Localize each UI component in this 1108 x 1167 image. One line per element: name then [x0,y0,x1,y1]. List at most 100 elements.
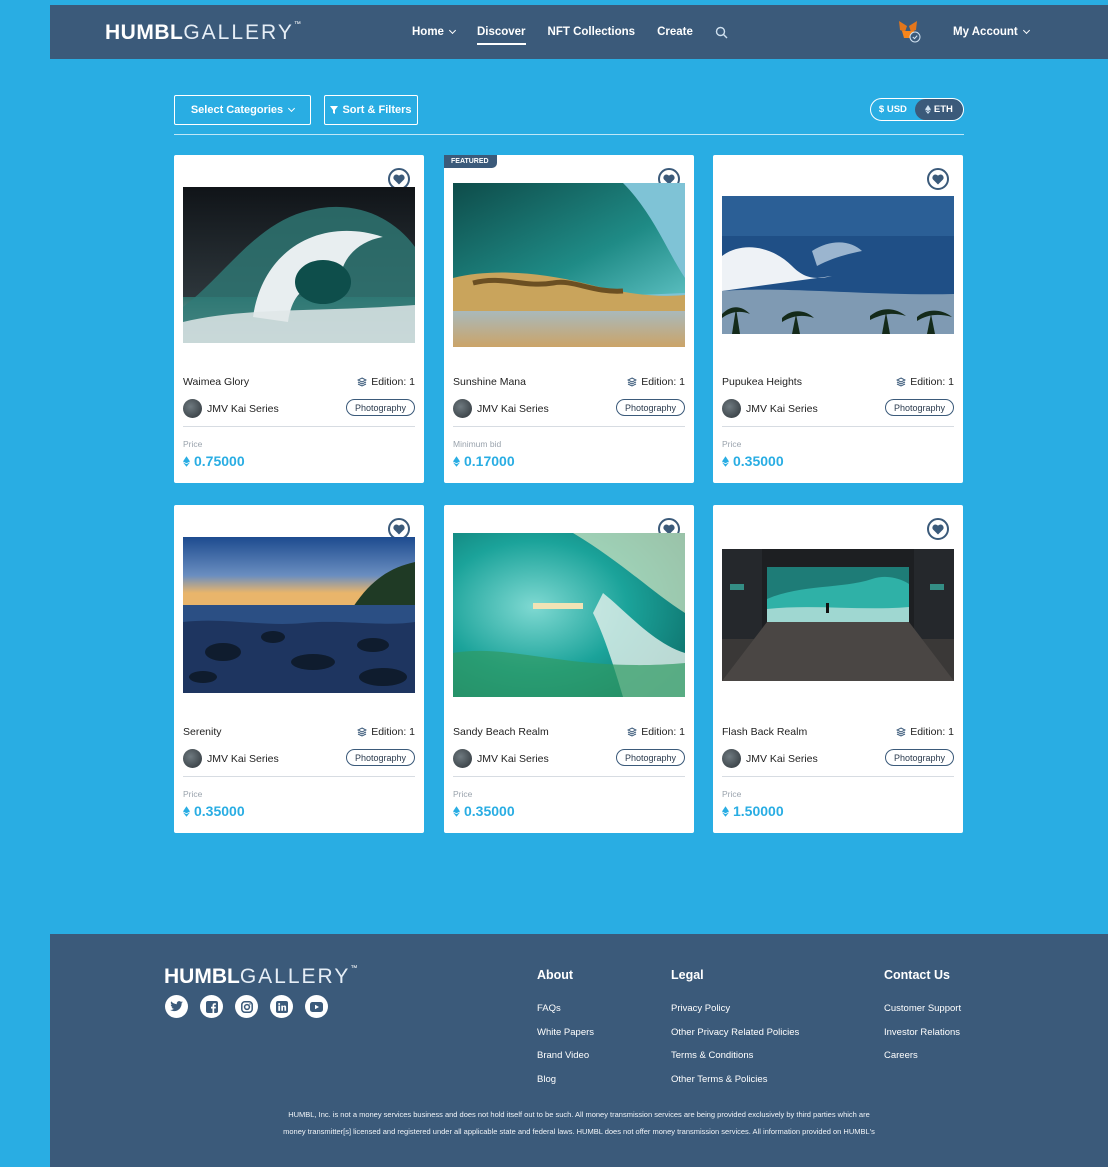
creator-link[interactable]: JMV Kai Series [453,399,549,418]
avatar [183,399,202,418]
linkedin-icon[interactable] [270,995,293,1018]
twitter-icon[interactable] [165,995,188,1018]
footer-link-privacy-policy[interactable]: Privacy Policy [671,1003,799,1014]
search-icon [715,26,728,39]
nft-title[interactable]: Waimea Glory [183,376,249,388]
price-label: Price [183,789,203,799]
heart-icon [393,174,405,184]
nft-image[interactable] [183,537,415,693]
youtube-icon[interactable] [305,995,328,1018]
category-tag[interactable]: Photography [884,399,954,416]
creator-link[interactable]: JMV Kai Series [183,749,279,768]
category-tag[interactable]: Photography [615,399,685,416]
legal-disclaimer: HUMBL, Inc. is not a money services busi… [283,1110,875,1136]
nav-create[interactable]: Create [657,5,693,59]
chevron-down-icon [288,104,296,113]
sort-filters-button[interactable]: Sort & Filters [324,95,418,125]
instagram-icon[interactable] [235,995,258,1018]
nft-card[interactable]: Sandy Beach Realm Edition: 1 JMV Kai Ser… [444,505,694,833]
divider [183,426,415,427]
category-tag[interactable]: Photography [345,399,415,416]
filter-bar: Select Categories Sort & Filters $ USD E… [174,95,964,135]
currency-toggle[interactable]: $ USD ETH [870,98,964,121]
nft-image[interactable] [453,533,685,697]
edition-info: Edition: 1 [896,376,954,388]
edition-info: Edition: 1 [627,376,685,388]
price-value: 0.17000 [453,453,515,469]
currency-usd-option[interactable]: $ USD [871,99,915,120]
divider [453,776,685,777]
footer-heading-contact: Contact Us [884,968,950,982]
footer-heading-about: About [537,968,574,982]
nav-nft-collections[interactable]: NFT Collections [548,5,636,59]
category-tag[interactable]: Photography [345,749,415,766]
creator-link[interactable]: JMV Kai Series [722,399,818,418]
heart-icon [932,174,944,184]
nft-card[interactable]: FEATURED Sunshine Mana Edition: 1 JMV Ka… [444,155,694,483]
nft-card[interactable]: Waimea Glory Edition: 1 JMV Kai Series P… [174,155,424,483]
footer-link-customer-support[interactable]: Customer Support [884,1003,961,1014]
price-label: Price [183,439,203,449]
footer-link-careers[interactable]: Careers [884,1050,961,1061]
nft-image[interactable] [183,187,415,343]
nft-title[interactable]: Sandy Beach Realm [453,726,549,738]
category-tag[interactable]: Photography [884,749,954,766]
nft-image[interactable] [722,196,954,334]
footer-link-terms[interactable]: Terms & Conditions [671,1050,799,1061]
nav-home[interactable]: Home [412,5,456,59]
humbl-gallery-logo[interactable]: HUMBLGALLERY™ [105,21,301,45]
layers-icon [357,377,368,387]
footer-link-investor-relations[interactable]: Investor Relations [884,1027,961,1038]
layers-icon [357,727,368,737]
favorite-button[interactable] [927,168,949,190]
price-label: Price [722,439,742,449]
price-label: Price [453,789,473,799]
layers-icon [896,377,907,387]
nav-discover[interactable]: Discover [476,5,526,59]
creator-link[interactable]: JMV Kai Series [183,399,279,418]
select-categories-dropdown[interactable]: Select Categories [174,95,311,125]
ethereum-icon [183,455,190,467]
nft-card[interactable]: Flash Back Realm Edition: 1 JMV Kai Seri… [713,505,963,833]
nft-title[interactable]: Flash Back Realm [722,726,807,738]
nft-card[interactable]: Serenity Edition: 1 JMV Kai Series Photo… [174,505,424,833]
footer-link-blog[interactable]: Blog [537,1074,594,1085]
facebook-icon[interactable] [200,995,223,1018]
metamask-wallet-icon[interactable] [896,18,922,44]
nft-card[interactable]: Pupukea Heights Edition: 1 JMV Kai Serie… [713,155,963,483]
main-nav: Home Discover NFT Collections Create [412,5,728,59]
nft-title[interactable]: Sunshine Mana [453,376,526,388]
avatar [183,749,202,768]
footer-link-faqs[interactable]: FAQs [537,1003,594,1014]
my-account-menu[interactable]: My Account [953,5,1030,59]
nft-title[interactable]: Serenity [183,726,222,738]
ethereum-icon [183,805,190,817]
price-value: 0.35000 [453,803,515,819]
avatar [453,749,472,768]
footer-link-other-privacy[interactable]: Other Privacy Related Policies [671,1027,799,1038]
price-label: Minimum bid [453,439,502,449]
footer-link-white-papers[interactable]: White Papers [537,1027,594,1038]
divider [174,134,964,135]
footer-link-other-terms[interactable]: Other Terms & Policies [671,1074,799,1085]
chevron-down-icon [1022,26,1030,35]
nft-title[interactable]: Pupukea Heights [722,376,802,388]
nft-image[interactable] [453,183,685,347]
footer-link-brand-video[interactable]: Brand Video [537,1050,594,1061]
nft-image[interactable] [722,549,954,681]
footer-logo[interactable]: HUMBLGALLERY™ [164,965,357,989]
footer-heading-legal: Legal [671,968,704,982]
category-tag[interactable]: Photography [615,749,685,766]
chevron-down-icon [448,26,456,35]
currency-eth-option[interactable]: ETH [914,99,963,120]
avatar [722,749,741,768]
footer-contact-column: Contact Us Customer Support Investor Rel… [884,968,961,1074]
search-button[interactable] [715,5,728,59]
favorite-button[interactable] [927,518,949,540]
creator-link[interactable]: JMV Kai Series [453,749,549,768]
creator-link[interactable]: JMV Kai Series [722,749,818,768]
edition-info: Edition: 1 [357,376,415,388]
price-value: 1.50000 [722,803,784,819]
avatar [722,399,741,418]
heart-icon [393,524,405,534]
